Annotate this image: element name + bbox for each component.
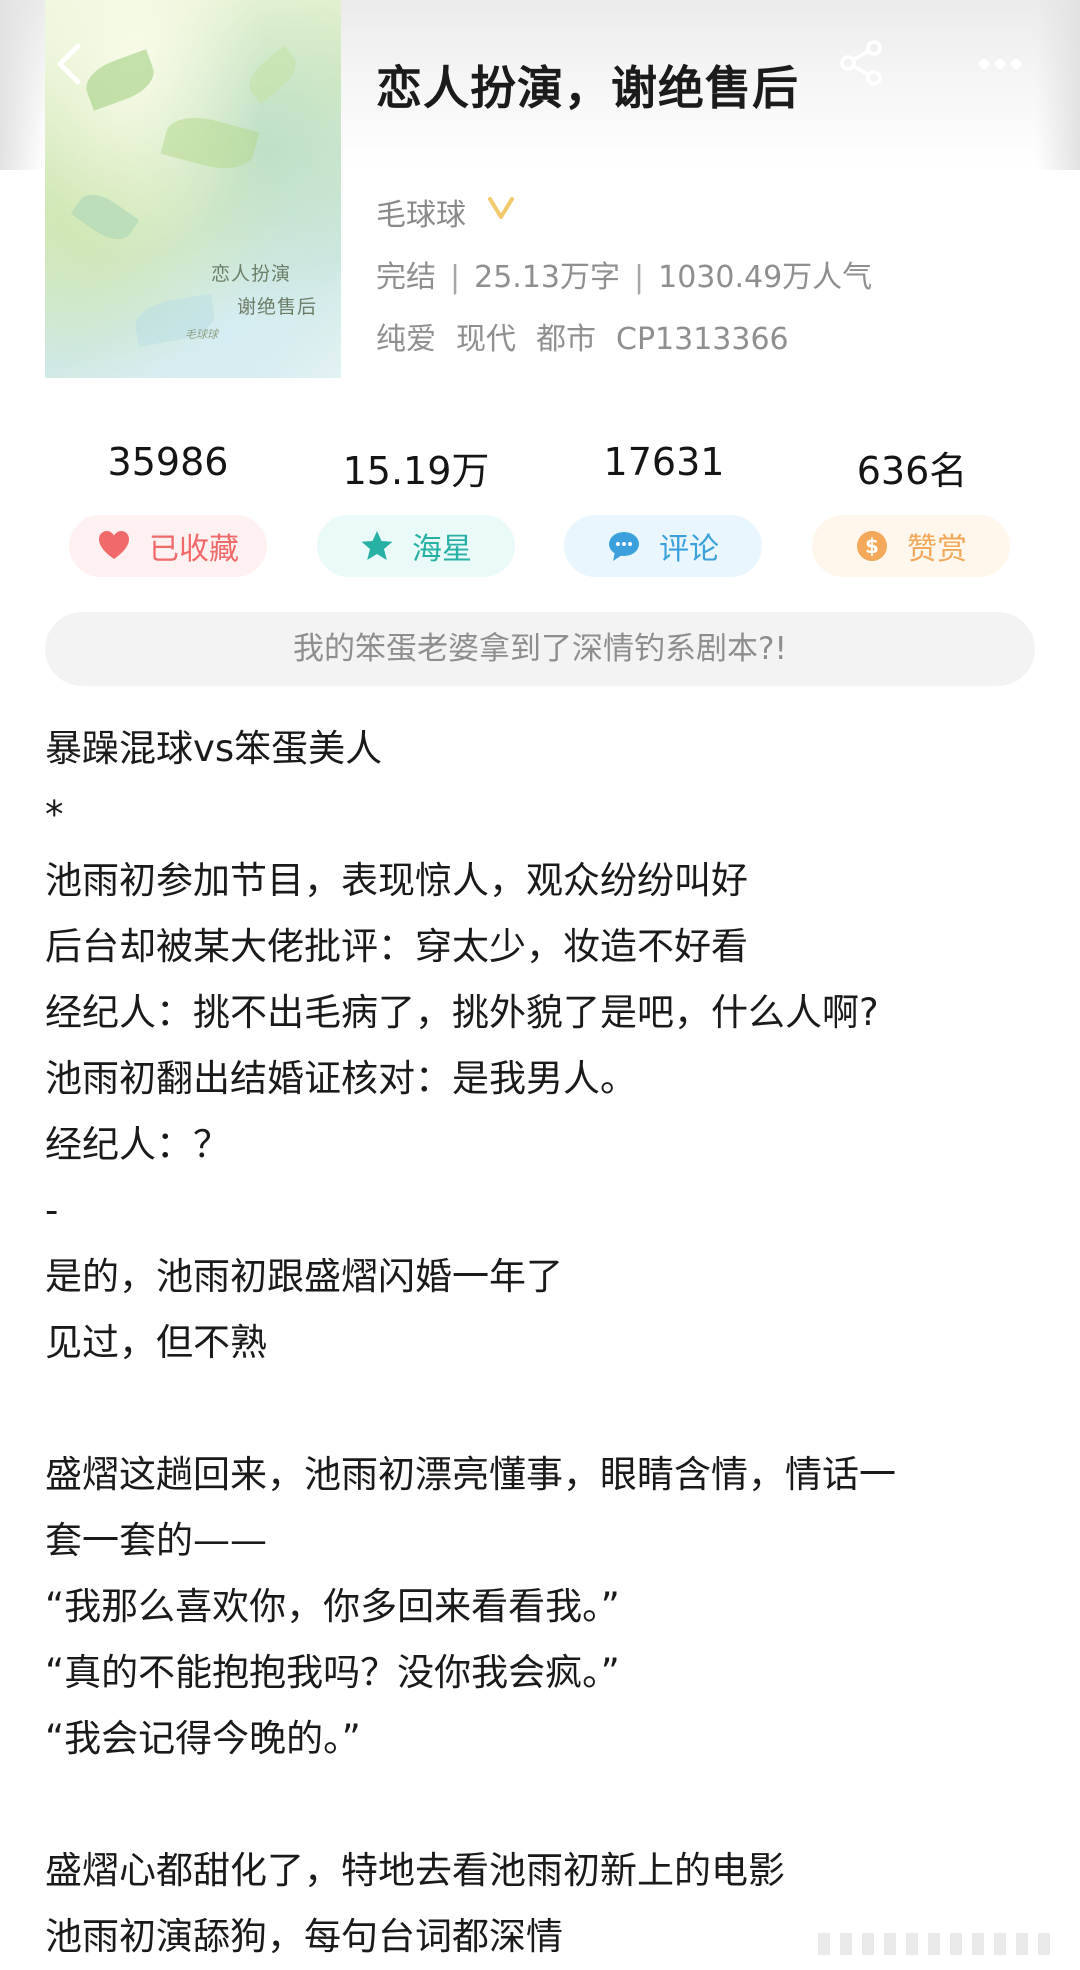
favorite-label: 已收藏 [149, 532, 239, 567]
intro-line: 经纪人：？ [45, 1123, 230, 1166]
meta-divider: | [450, 260, 461, 295]
tagline-banner[interactable]: 我的笨蛋老婆拿到了深情钓系剧本?! [45, 612, 1035, 686]
vip-badge-icon [488, 197, 514, 219]
comment-count: 17631 [603, 440, 725, 484]
tag-item: CP1313366 [616, 322, 789, 357]
cover-leaf [241, 45, 304, 105]
word-count: 25.13万字 [474, 260, 620, 295]
tip-label: 赞赏 [907, 532, 967, 567]
share-button[interactable] [836, 38, 886, 88]
book-introduction: 暴躁混球vs笨蛋美人 * 池雨初参加节目，表现惊人，观众纷纷叫好 后台却被某大佬… [45, 716, 1045, 1970]
comment-button[interactable]: 评论 [564, 515, 762, 577]
intro-line: 暴躁混球vs笨蛋美人 [45, 727, 383, 770]
intro-line: 套一套的—— [45, 1519, 267, 1562]
author-name[interactable]: 毛球球 [376, 190, 466, 234]
header-right-shade [1036, 0, 1080, 170]
tip-button[interactable]: $ 赞赏 [812, 515, 1010, 577]
intro-line: “我会记得今晚的。” [45, 1717, 361, 1760]
header-left-shade [0, 0, 44, 170]
book-title: 恋人扮演，谢绝售后 [376, 61, 799, 115]
tag-list: 纯爱 现代 都市 CP1313366 [376, 314, 809, 358]
intro-blank-line [45, 1376, 1045, 1442]
cover-leaf [70, 185, 140, 249]
comment-label: 评论 [659, 532, 719, 567]
starfish-button[interactable]: 海星 [317, 515, 515, 577]
star-icon [361, 531, 393, 560]
intro-line: “真的不能抱抱我吗？没你我会疯。” [45, 1651, 620, 1694]
intro-line: 盛熠这趟回来，池雨初漂亮懂事，眼睛含情，情话一 [45, 1453, 896, 1496]
intro-line: 经纪人：挑不出毛病了，挑外貌了是吧，什么人啊? [45, 991, 879, 1034]
starfish-count: 15.19万 [342, 449, 490, 493]
meta-divider: | [634, 260, 645, 295]
favorite-count: 35986 [107, 440, 229, 484]
intro-line: - [45, 1189, 59, 1232]
cover-title-line2: 谢绝售后 [237, 296, 318, 318]
svg-text:$: $ [865, 534, 879, 558]
cover-title-line1: 恋人扮演 [211, 263, 292, 285]
tag-item[interactable]: 都市 [536, 322, 596, 357]
watermark [818, 1933, 1050, 1955]
intro-line: 盛熠心都甜化了，特地去看池雨初新上的电影 [45, 1849, 785, 1892]
tag-item[interactable]: 纯爱 [376, 322, 436, 357]
starfish-label: 海星 [412, 532, 472, 567]
heart-icon [99, 531, 129, 559]
coin-icon: $ [857, 531, 887, 561]
comment-icon [609, 532, 639, 561]
more-button[interactable] [975, 52, 1025, 76]
intro-line: * [45, 793, 64, 836]
intro-line: 后台却被某大佬批评：穿太少，妆造不好看 [45, 925, 748, 968]
intro-blank-line [45, 1772, 1045, 1838]
intro-line: 是的，池雨初跟盛熠闪婚一年了 [45, 1255, 563, 1298]
favorite-button[interactable]: 已收藏 [69, 515, 267, 577]
popularity: 1030.49万人气 [658, 260, 873, 295]
back-icon [57, 43, 81, 85]
cover-signature: 毛球球 [185, 328, 218, 341]
intro-line: 池雨初翻出结婚证核对：是我男人。 [45, 1057, 637, 1100]
back-button[interactable] [50, 38, 90, 90]
book-meta: 完结 | 25.13万字 | 1030.49万人气 [376, 252, 872, 296]
share-icon [840, 40, 882, 86]
stats-row: 35986 15.19万 17631 636名 [44, 440, 1036, 493]
action-row: 已收藏 海星 评论 $ 赞赏 [0, 515, 1080, 581]
status-text: 完结 [376, 260, 436, 295]
more-icon [979, 59, 1021, 69]
rank-value: 636名 [856, 449, 968, 493]
tag-item[interactable]: 现代 [456, 322, 516, 357]
intro-line: “我那么喜欢你，你多回来看看我。” [45, 1585, 620, 1628]
cover-leaf [80, 49, 160, 111]
cover-leaf [160, 109, 260, 177]
intro-line: 池雨初参加节目，表现惊人，观众纷纷叫好 [45, 859, 748, 902]
intro-line: 见过，但不熟 [45, 1321, 267, 1364]
